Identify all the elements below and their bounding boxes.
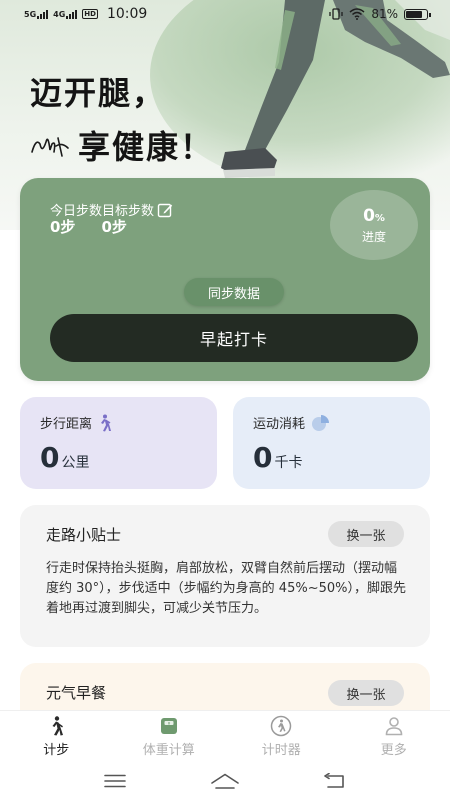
signal-bars-icon bbox=[66, 9, 78, 19]
breakfast-swap-button[interactable]: 换一张 bbox=[328, 680, 404, 706]
scribble-decoration-icon bbox=[31, 137, 69, 157]
sync-data-button[interactable]: 同步数据 bbox=[184, 278, 284, 306]
walking-distance-unit: 公里 bbox=[61, 455, 90, 471]
calories-title-row: 运动消耗 bbox=[253, 413, 331, 432]
edit-icon[interactable] bbox=[157, 202, 173, 218]
calories-value-row: 0 千卡 bbox=[253, 441, 302, 474]
today-steps-value: 0步 bbox=[50, 218, 76, 236]
battery-percent: 81% bbox=[371, 7, 398, 21]
vibrate-icon bbox=[329, 8, 343, 20]
walking-distance-title: 步行距离 bbox=[40, 417, 93, 432]
status-bar: 5G 4G HD 10:09 81% bbox=[0, 0, 450, 28]
tab-timer-label: 计时器 bbox=[261, 743, 301, 758]
tips-swap-button[interactable]: 换一张 bbox=[328, 521, 404, 547]
progress-value-row: 0% bbox=[363, 206, 385, 226]
tab-step-counter-label: 计步 bbox=[43, 743, 70, 758]
tab-more-label: 更多 bbox=[380, 743, 407, 758]
tab-step-counter[interactable]: 计步 bbox=[0, 711, 113, 762]
status-time: 10:09 bbox=[106, 6, 148, 22]
signal-4g-label: 4G bbox=[53, 9, 66, 19]
battery-icon bbox=[404, 8, 431, 20]
walking-distance-title-row: 步行距离 bbox=[40, 413, 112, 432]
hero-slogan: 迈开腿， 享健康！ bbox=[30, 68, 214, 168]
walking-distance-card: 步行距离 0 公里 bbox=[20, 397, 217, 489]
system-navigation-bar bbox=[0, 762, 450, 800]
menu-icon[interactable] bbox=[98, 769, 132, 793]
signal-5g-label: 5G bbox=[24, 9, 37, 19]
home-icon[interactable] bbox=[208, 769, 242, 793]
person-icon bbox=[385, 717, 403, 736]
tab-weight-calculator[interactable]: 体重计算 bbox=[113, 711, 226, 762]
walking-distance-value: 0 bbox=[40, 441, 60, 474]
progress-unit: % bbox=[374, 212, 385, 224]
tab-more[interactable]: 更多 bbox=[338, 711, 450, 762]
bottom-tab-bar: 计步 体重计算 计时器 更多 bbox=[0, 710, 450, 762]
breakfast-title: 元气早餐 bbox=[46, 684, 107, 702]
calories-unit: 千卡 bbox=[274, 455, 303, 471]
progress-value: 0 bbox=[363, 205, 375, 226]
walking-tips-text: 行走时保持抬头挺胸，肩部放松，双臂自然前后摆动（摆动幅度约 30°），步伐适中（… bbox=[46, 561, 406, 616]
signal-5g: 5G bbox=[24, 9, 49, 19]
slogan-line2-row: 享健康！ bbox=[30, 122, 214, 168]
progress-label: 进度 bbox=[361, 229, 386, 244]
walking-distance-value-row: 0 公里 bbox=[40, 441, 89, 474]
slogan-line2: 享健康！ bbox=[78, 128, 215, 166]
tab-timer[interactable]: 计时器 bbox=[225, 711, 338, 762]
walking-tips-card: 走路小贴士 换一张 行走时保持抬头挺胸，肩部放松，双臂自然前后摆动（摆动幅度约 … bbox=[20, 505, 430, 647]
signal-4g: 4G bbox=[53, 9, 78, 19]
morning-checkin-button[interactable]: 早起打卡 bbox=[50, 314, 418, 362]
calories-title: 运动消耗 bbox=[253, 417, 306, 432]
steps-values-row: 0步 0步 bbox=[50, 216, 127, 237]
slogan-line1: 迈开腿， bbox=[30, 74, 167, 112]
target-steps-value[interactable]: 0步 bbox=[101, 216, 126, 237]
walking-icon bbox=[52, 716, 64, 736]
progress-circle: 0% 进度 bbox=[330, 190, 418, 260]
status-left: 5G 4G HD 10:09 bbox=[24, 6, 147, 22]
tab-weight-calculator-label: 体重计算 bbox=[142, 743, 195, 758]
walking-tips-title: 走路小贴士 bbox=[46, 526, 122, 544]
calories-burned-card: 运动消耗 0 千卡 bbox=[233, 397, 430, 489]
pie-chart-icon bbox=[312, 414, 330, 431]
battery-level bbox=[406, 10, 423, 18]
status-right: 81% bbox=[329, 7, 431, 21]
back-icon[interactable] bbox=[318, 769, 352, 793]
today-steps-card: 今日步数 目标步数 0步 0步 0% 进度 同步数据 早起打卡 bbox=[20, 178, 430, 381]
hd-badge: HD bbox=[82, 9, 98, 19]
scale-icon bbox=[160, 718, 177, 734]
timer-icon bbox=[271, 715, 292, 737]
wifi-icon bbox=[349, 8, 365, 20]
walking-person-icon bbox=[101, 414, 112, 431]
signal-bars-icon bbox=[37, 9, 49, 19]
calories-value: 0 bbox=[253, 441, 273, 474]
